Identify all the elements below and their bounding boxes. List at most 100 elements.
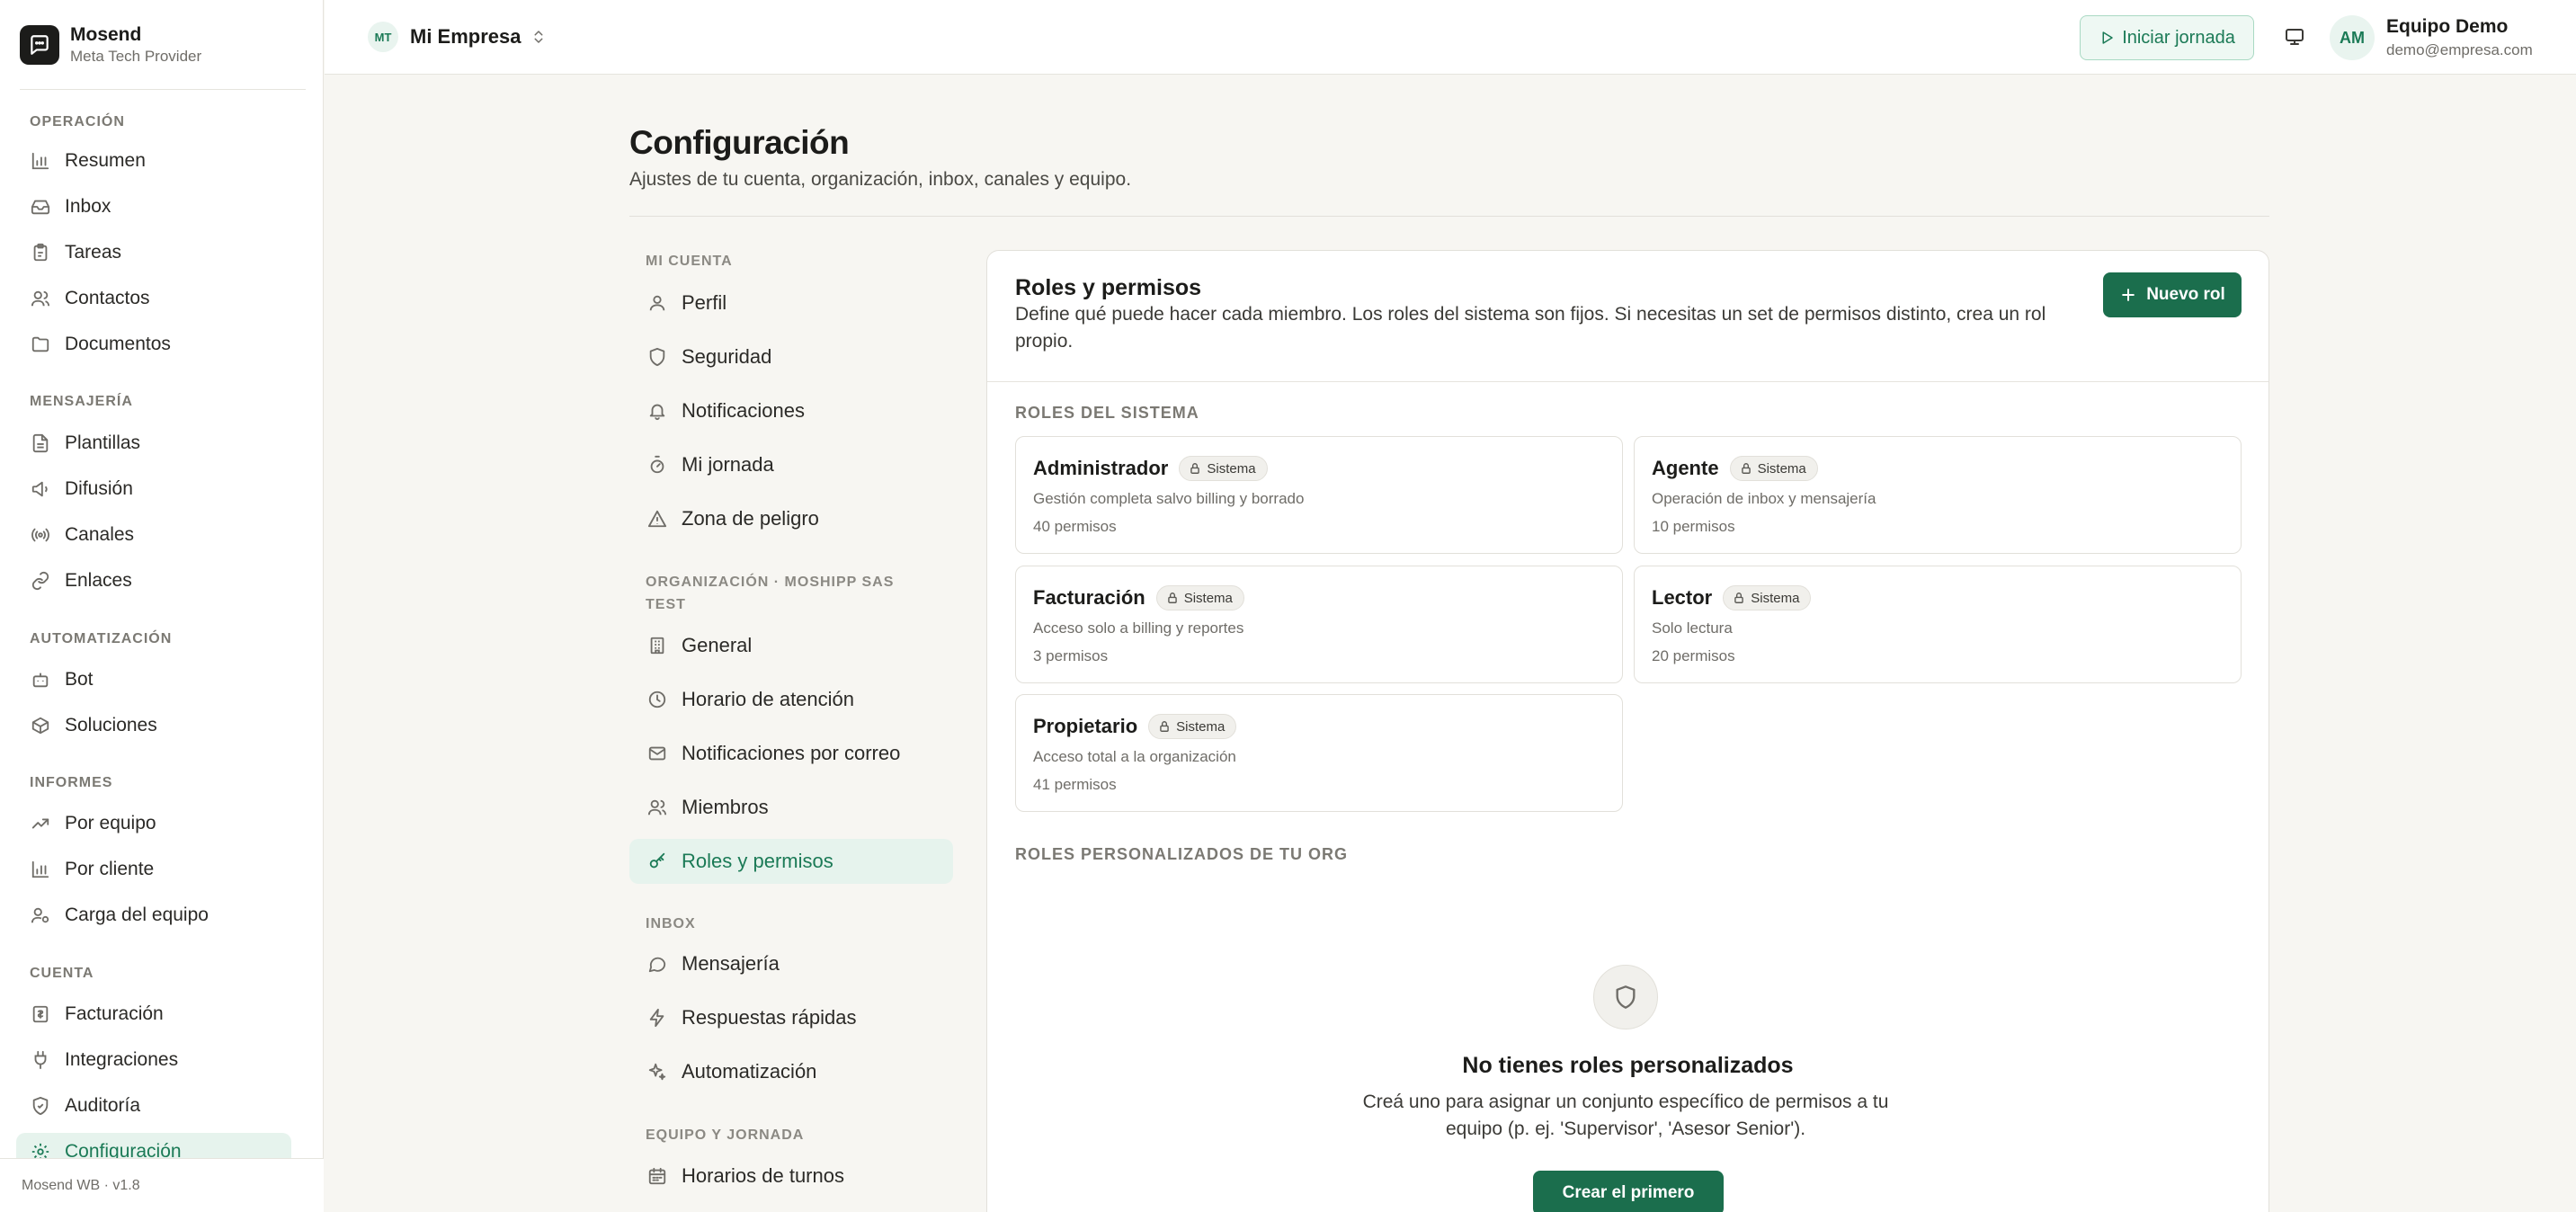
settings-item-mi-jornada[interactable]: Mi jornada (629, 442, 953, 487)
settings-item-miembros[interactable]: Miembros (629, 785, 953, 830)
sidebar-nav[interactable]: Operación Resumen Inbox Tareas Contactos… (0, 90, 324, 1158)
org-name: Mi Empresa (410, 25, 521, 48)
sidebar-item-auditoria[interactable]: Auditoría (16, 1087, 291, 1125)
app-version: Mosend WB · v1.8 (0, 1158, 324, 1212)
settings-item-label: Mi jornada (682, 453, 774, 476)
sidebar-item-enlaces[interactable]: Enlaces (16, 562, 291, 600)
settings-item-label: Notificaciones por correo (682, 742, 901, 764)
settings-item-zona-de-peligro[interactable]: Zona de peligro (629, 496, 953, 541)
sidebar-item-bot[interactable]: Bot (16, 661, 291, 699)
settings-item-seguridad[interactable]: Seguridad (629, 334, 953, 379)
sidebar-item-configuracion[interactable]: Configuración (16, 1133, 291, 1158)
settings-item-horarios-de-turnos[interactable]: Horarios de turnos (629, 1154, 953, 1199)
sidebar-item-por-cliente[interactable]: Por cliente (16, 851, 291, 888)
lock-icon (1158, 720, 1171, 733)
settings-item-automatizacion[interactable]: Automatización (629, 1049, 953, 1094)
role-card-lector[interactable]: Lector Sistema Solo lectura 20 permisos (1634, 566, 2242, 683)
settings-item-label: Horario de atención (682, 688, 855, 710)
system-badge-label: Sistema (1183, 590, 1233, 606)
sidebar-item-inbox[interactable]: Inbox (16, 188, 291, 226)
inbox-icon (29, 195, 52, 218)
role-card-agente[interactable]: Agente Sistema Operación de inbox y mens… (1634, 436, 2242, 554)
settings-item-label: Zona de peligro (682, 507, 819, 530)
settings-group-equipo-y-jornada: Equipo y jornada (646, 1127, 805, 1143)
settings-item-perfil[interactable]: Perfil (629, 281, 953, 325)
new-role-button[interactable]: Nuevo rol (2103, 272, 2242, 317)
package-icon (29, 714, 52, 737)
building-icon (646, 634, 669, 657)
settings-item-respuestas-rapidas[interactable]: Respuestas rápidas (629, 995, 953, 1040)
role-name: Lector (1652, 586, 1713, 609)
clock-icon (646, 688, 669, 711)
brand[interactable]: Mosend Meta Tech Provider (20, 23, 201, 67)
start-shift-button[interactable]: Iniciar jornada (2080, 15, 2254, 60)
settings-item-label: Miembros (682, 796, 769, 818)
link-icon (29, 569, 52, 593)
sidebar-item-por-equipo[interactable]: Por equipo (16, 805, 291, 842)
sidebar-item-documentos[interactable]: Documentos (16, 325, 291, 363)
app-sidebar: Mosend Meta Tech Provider Operación Resu… (0, 0, 324, 1212)
settings-item-notificaciones-por-correo[interactable]: Notificaciones por correo (629, 731, 953, 776)
brand-subtitle: Meta Tech Provider (70, 48, 202, 65)
role-permission-count: 40 permisos (1033, 518, 1117, 535)
sidebar-item-label: Contactos (65, 288, 150, 308)
org-switcher[interactable]: MT Mi Empresa (368, 20, 547, 54)
alert-triangle-icon (646, 507, 669, 530)
nav-group-informes: Informes (30, 775, 113, 790)
settings-item-mensajeria[interactable]: Mensajería (629, 941, 953, 986)
settings-item-horario-de-atencion[interactable]: Horario de atención (629, 677, 953, 722)
system-badge: Sistema (1729, 456, 1818, 481)
sidebar-item-soluciones[interactable]: Soluciones (16, 707, 291, 744)
system-badge: Sistema (1155, 585, 1244, 610)
start-shift-label: Iniciar jornada (2122, 27, 2235, 48)
system-roles-label: Roles del sistema (1015, 404, 1199, 422)
page-divider (629, 216, 2269, 217)
folder-icon (29, 333, 52, 356)
sidebar-item-resumen[interactable]: Resumen (16, 142, 291, 180)
timer-icon (646, 453, 669, 477)
create-first-role-button[interactable]: Crear el primero (1533, 1171, 1724, 1212)
monitor-icon[interactable] (2281, 23, 2308, 50)
lock-icon (1189, 462, 1201, 475)
role-name: Agente (1652, 457, 1719, 479)
bar-chart-icon (29, 149, 52, 173)
zap-icon (646, 1006, 669, 1029)
sidebar-item-carga-del-equipo[interactable]: Carga del equipo (16, 896, 291, 934)
lock-icon (1733, 592, 1745, 604)
nav-group-mensajeria: Mensajería (30, 394, 133, 409)
role-permission-count: 3 permisos (1033, 647, 1109, 664)
panel-divider (987, 381, 2268, 382)
system-badge-label: Sistema (1207, 460, 1256, 477)
sidebar-item-label: Facturación (65, 1003, 164, 1024)
role-card-propietario[interactable]: Propietario Sistema Acceso total a la or… (1015, 694, 1623, 812)
settings-item-label: Automatización (682, 1060, 817, 1083)
sidebar-item-label: Auditoría (65, 1095, 141, 1116)
nav-group-cuenta: Cuenta (30, 966, 94, 981)
custom-roles-label: Roles personalizados de tu org (1015, 845, 1349, 863)
radio-icon (29, 523, 52, 547)
sidebar-item-integraciones[interactable]: Integraciones (16, 1041, 291, 1079)
role-card-facturacion[interactable]: Facturación Sistema Acceso solo a billin… (1015, 566, 1623, 683)
settings-group-mi-cuenta: Mi cuenta (646, 254, 733, 269)
settings-item-label: Roles y permisos (682, 850, 833, 872)
sidebar-item-plantillas[interactable]: Plantillas (16, 424, 291, 462)
sidebar-item-contactos[interactable]: Contactos (16, 280, 291, 317)
plug-icon (29, 1048, 52, 1072)
sidebar-item-difusion[interactable]: Difusión (16, 470, 291, 508)
user-avatar[interactable]: AM (2330, 15, 2375, 60)
sidebar-item-facturacion[interactable]: Facturación (16, 995, 291, 1033)
sidebar-item-label: Resumen (65, 150, 146, 171)
users-icon (29, 287, 52, 310)
role-card-administrador[interactable]: Administrador Sistema Gestión completa s… (1015, 436, 1623, 554)
new-role-label: Nuevo rol (2146, 285, 2225, 304)
sidebar-item-canales[interactable]: Canales (16, 516, 291, 554)
user-icon (646, 291, 669, 315)
settings-item-roles-y-permisos[interactable]: Roles y permisos (629, 839, 953, 884)
settings-item-notificaciones[interactable]: Notificaciones (629, 388, 953, 433)
roles-panel: Roles y permisos Define qué puede hacer … (986, 250, 2269, 1212)
users-icon (646, 796, 669, 819)
settings-item-general[interactable]: General (629, 623, 953, 668)
sidebar-item-tareas[interactable]: Tareas (16, 234, 291, 272)
settings-item-label: Horarios de turnos (682, 1164, 844, 1187)
nav-group-operacion: Operación (30, 114, 125, 129)
